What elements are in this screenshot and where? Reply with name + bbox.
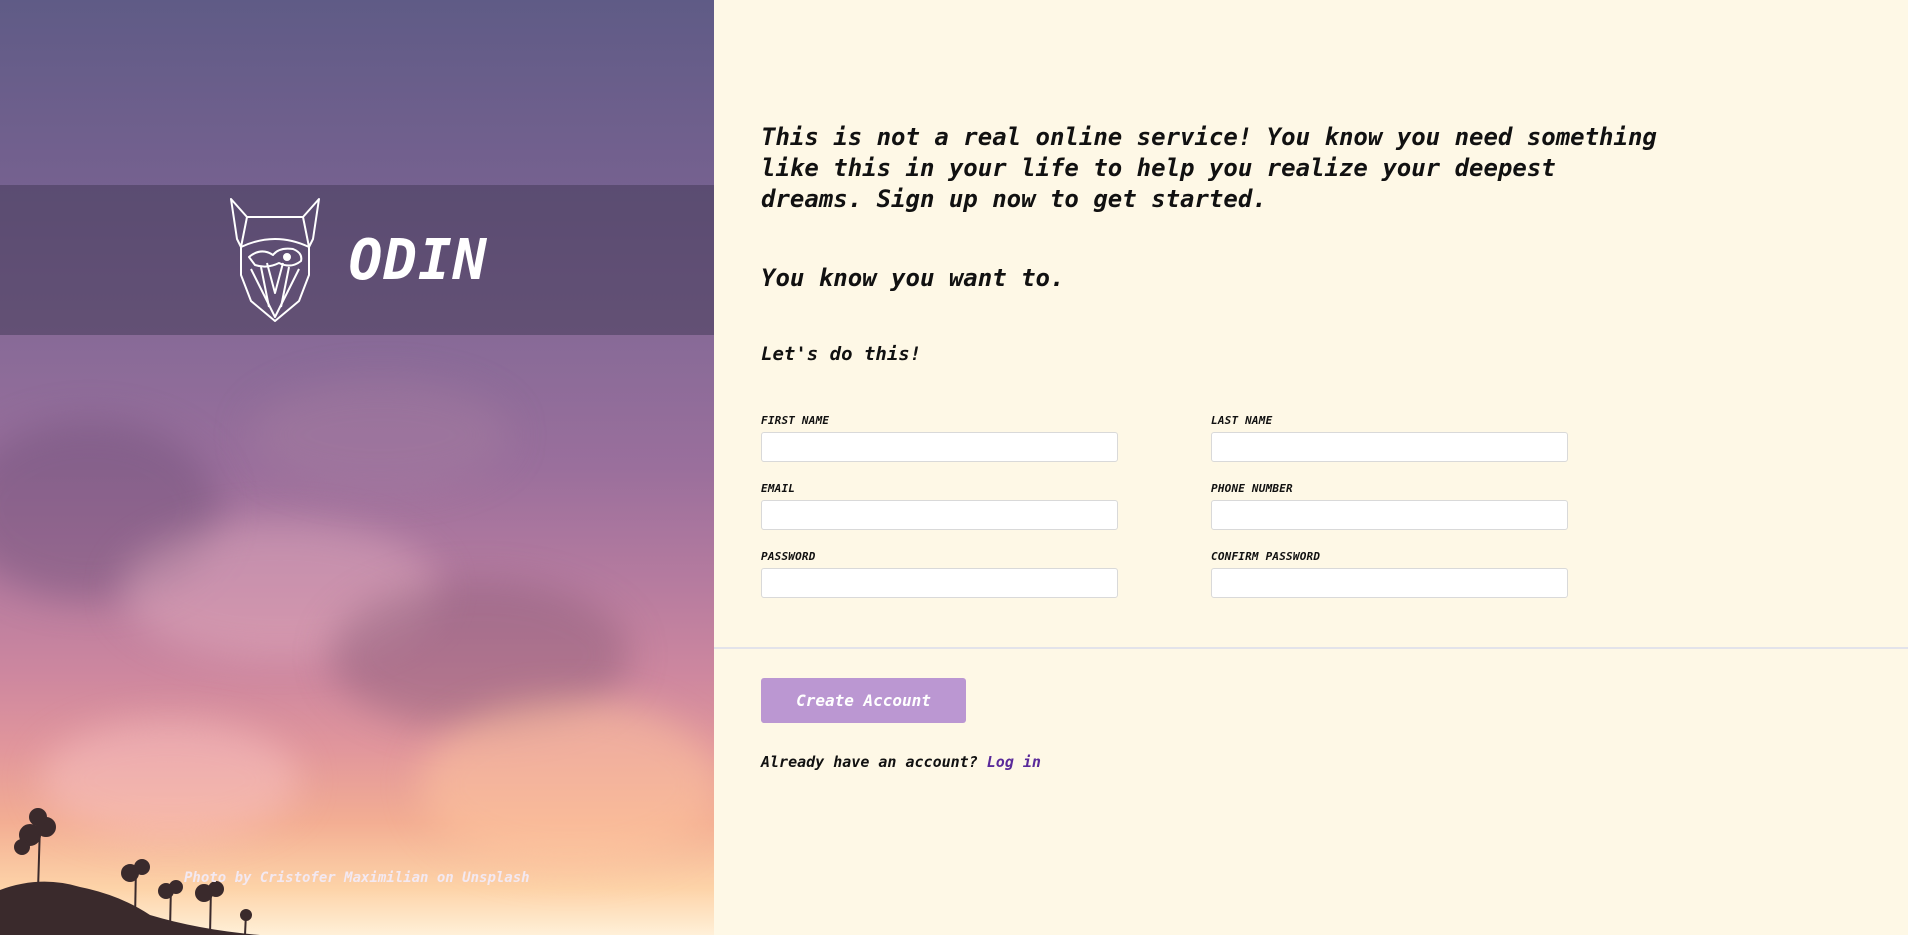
login-prompt-text: Already have an account? xyxy=(761,753,978,771)
photo-credit: Photo by Cristofer Maximilian on Unsplas… xyxy=(184,870,530,886)
create-account-button[interactable]: Create Account xyxy=(761,678,966,723)
login-prompt: Already have an account? Log in xyxy=(761,753,1041,771)
hero-image-panel: ODIN Photo by Cristofer Maximilian on Un… xyxy=(0,0,714,935)
confirm-password-label: CONFIRM PASSWORD xyxy=(1211,550,1321,563)
first-name-label: FIRST NAME xyxy=(761,414,830,427)
login-link[interactable]: Log in xyxy=(987,753,1041,771)
password-label: PASSWORD xyxy=(761,550,816,563)
first-name-input[interactable] xyxy=(761,432,1118,462)
password-input[interactable] xyxy=(761,568,1118,598)
confirm-password-field: CONFIRM PASSWORD xyxy=(1211,550,1568,598)
brand-banner: ODIN xyxy=(0,185,714,335)
section-divider xyxy=(714,647,1908,649)
password-field: PASSWORD xyxy=(761,550,1118,598)
email-field: EMAIL xyxy=(761,482,1118,530)
confirm-password-input[interactable] xyxy=(1211,568,1568,598)
unsplash-link[interactable]: Unsplash xyxy=(462,870,529,886)
email-label: EMAIL xyxy=(761,482,796,495)
email-input[interactable] xyxy=(761,500,1118,530)
phone-field: PHONE NUMBER xyxy=(1211,482,1568,530)
tagline: You know you want to. xyxy=(761,264,1065,292)
form-heading: Let's do this! xyxy=(761,343,922,365)
last-name-label: LAST NAME xyxy=(1211,414,1273,427)
photo-credit-middle: on xyxy=(428,870,463,886)
phone-input[interactable] xyxy=(1211,500,1568,530)
hillside-trees-silhouette xyxy=(0,808,260,935)
viking-helmet-logo-icon xyxy=(229,198,320,322)
signup-panel: This is not a real online service! You k… xyxy=(714,0,1908,935)
phone-label: PHONE NUMBER xyxy=(1211,482,1293,495)
photo-credit-prefix: Photo by xyxy=(184,870,260,886)
photo-author-link[interactable]: Cristofer Maximilian xyxy=(260,870,429,886)
intro-text: This is not a real online service! You k… xyxy=(761,123,1657,213)
last-name-input[interactable] xyxy=(1211,432,1568,462)
first-name-field: FIRST NAME xyxy=(761,414,1118,462)
brand-name: ODIN xyxy=(348,227,488,293)
cloud-shape xyxy=(250,380,510,490)
last-name-field: LAST NAME xyxy=(1211,414,1568,462)
